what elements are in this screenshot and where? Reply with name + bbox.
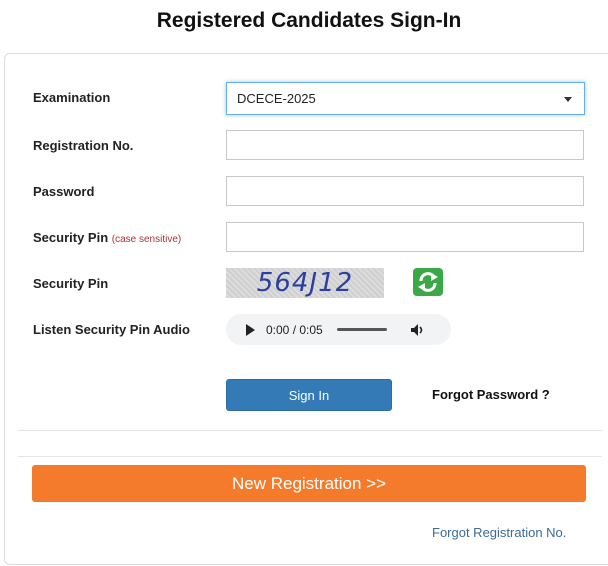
volume-icon[interactable] bbox=[409, 322, 425, 338]
security-pin-input[interactable] bbox=[226, 222, 584, 252]
new-registration-button[interactable]: New Registration >> bbox=[32, 465, 586, 502]
case-sensitive-hint: (case sensitive) bbox=[111, 234, 182, 245]
password-input[interactable] bbox=[226, 176, 584, 206]
audio-time: 0:00 / 0:05 bbox=[266, 322, 323, 337]
divider bbox=[18, 456, 602, 457]
play-icon[interactable] bbox=[246, 323, 255, 336]
password-label: Password bbox=[33, 184, 95, 199]
divider bbox=[18, 430, 602, 431]
registration-input[interactable] bbox=[226, 130, 584, 160]
refresh-icon[interactable] bbox=[412, 267, 444, 297]
security-pin-input-label: Security Pin (case sensitive) bbox=[33, 230, 181, 245]
captcha-image: 564J12 bbox=[226, 268, 384, 298]
forgot-registration-link[interactable]: Forgot Registration No. bbox=[432, 525, 566, 540]
examination-label: Examination bbox=[33, 90, 111, 105]
examination-selected-value: DCECE-2025 bbox=[237, 91, 316, 106]
examination-select[interactable]: DCECE-2025 bbox=[226, 82, 585, 115]
audio-label: Listen Security Pin Audio bbox=[33, 322, 190, 337]
chevron-down-icon bbox=[564, 97, 572, 102]
sign-in-button[interactable]: Sign In bbox=[226, 379, 392, 411]
forgot-password-link[interactable]: Forgot Password ? bbox=[432, 387, 550, 402]
page-title: Registered Candidates Sign-In bbox=[156, 9, 462, 32]
security-pin-label-text: Security Pin bbox=[33, 230, 109, 245]
security-pin-captcha-label: Security Pin bbox=[33, 276, 109, 291]
audio-progress-track[interactable] bbox=[336, 328, 387, 331]
registration-label: Registration No. bbox=[33, 138, 134, 153]
audio-player: 0:00 / 0:05 bbox=[226, 314, 451, 345]
